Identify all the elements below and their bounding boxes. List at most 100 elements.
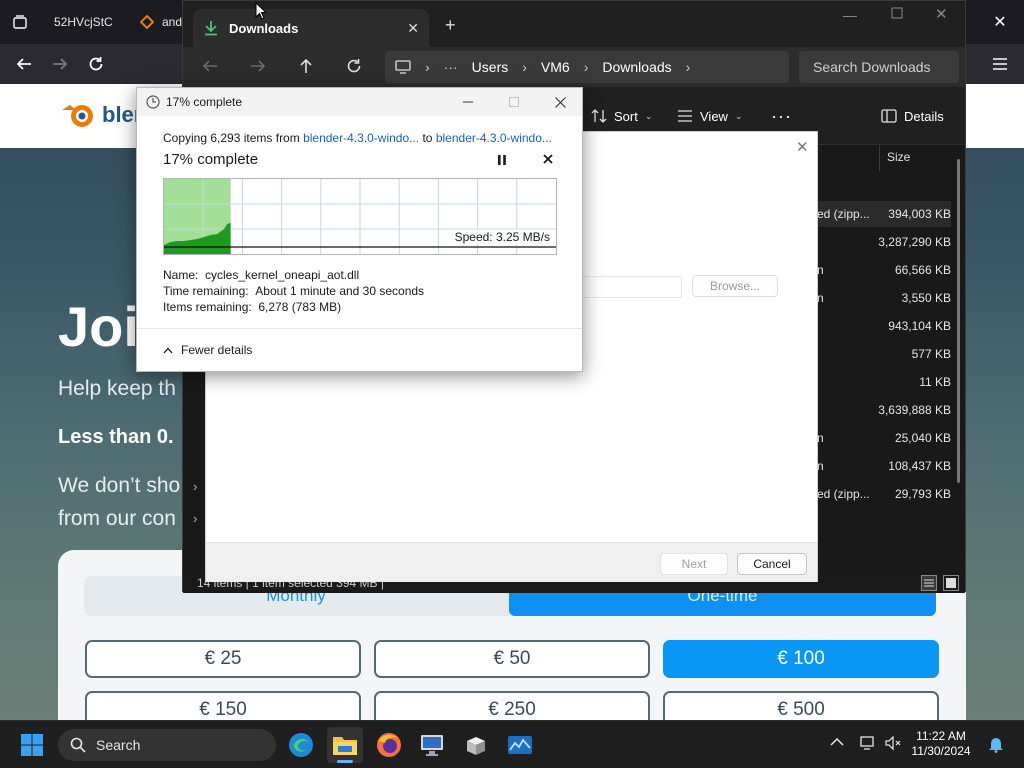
browser-tab[interactable]: 52HVcjStC bbox=[46, 6, 132, 38]
firefox-icon[interactable] bbox=[371, 727, 407, 763]
browser-tab[interactable]: andr bbox=[132, 6, 186, 38]
browser-close-icon[interactable]: ✕ bbox=[984, 6, 1016, 38]
chevron-up-icon[interactable] bbox=[830, 737, 844, 747]
back-icon[interactable] bbox=[8, 48, 40, 80]
explorer-tab[interactable]: Downloads ✕ bbox=[193, 9, 429, 47]
explorer-title-bar: Downloads ✕ + — ✕ bbox=[183, 1, 965, 47]
edge-icon[interactable] bbox=[283, 727, 319, 763]
cancel-copy-icon[interactable] bbox=[543, 154, 553, 164]
time-label: Time remaining: bbox=[163, 284, 249, 298]
maximize-icon bbox=[491, 88, 537, 116]
tiles-view-icon[interactable] bbox=[943, 575, 959, 591]
less-than-text: Less than 0. bbox=[58, 426, 174, 448]
breadcrumb-users[interactable]: Users bbox=[472, 59, 509, 75]
chevron-right-icon: › bbox=[425, 59, 430, 75]
more-options-icon[interactable]: ··· bbox=[771, 101, 792, 131]
file-explorer-taskbar-icon[interactable] bbox=[327, 727, 363, 763]
mouse-cursor-icon bbox=[255, 2, 267, 20]
start-button[interactable] bbox=[14, 727, 50, 763]
amount-button[interactable]: € 150 bbox=[85, 691, 361, 720]
amount-button[interactable]: € 50 bbox=[374, 640, 650, 678]
copying-prefix: Copying 6,293 items from bbox=[163, 131, 304, 145]
minimize-icon[interactable]: — bbox=[843, 7, 857, 23]
active-indicator bbox=[337, 760, 353, 763]
computer-icon bbox=[395, 60, 411, 74]
menu-icon[interactable] bbox=[984, 48, 1016, 80]
sort-button[interactable]: Sort ⌄ bbox=[591, 101, 652, 131]
forward-icon[interactable] bbox=[249, 57, 267, 75]
amount-button[interactable]: € 250 bbox=[374, 691, 650, 720]
search-box[interactable]: Search Downloads bbox=[799, 51, 959, 83]
cancel-button[interactable]: Cancel bbox=[737, 553, 807, 575]
forward-icon[interactable] bbox=[44, 48, 76, 80]
sort-label: Sort bbox=[614, 108, 638, 124]
new-tab-icon[interactable]: + bbox=[445, 15, 456, 36]
browse-button[interactable]: Browse... bbox=[692, 275, 778, 297]
breadcrumb-vm6[interactable]: VM6 bbox=[541, 59, 570, 75]
taskbar-search-label: Search bbox=[96, 737, 141, 753]
next-button[interactable]: Next bbox=[660, 553, 728, 575]
reload-icon[interactable] bbox=[80, 48, 112, 80]
volume-muted-icon[interactable] bbox=[884, 735, 902, 751]
back-icon[interactable] bbox=[201, 57, 219, 75]
file-size-cell: 25,040 KB bbox=[894, 431, 951, 445]
amount-button-selected[interactable]: € 100 bbox=[663, 640, 939, 678]
notification-bell-icon[interactable] bbox=[988, 735, 1004, 753]
minimize-icon[interactable] bbox=[445, 88, 491, 116]
breadcrumb-downloads[interactable]: Downloads bbox=[602, 59, 671, 75]
expand-chevron-icon[interactable]: › bbox=[193, 511, 197, 526]
vertical-scrollbar[interactable] bbox=[957, 159, 960, 483]
name-value: cycles_kernel_oneapi_aot.dll bbox=[205, 268, 360, 282]
source-link[interactable]: blender-4.3.0-windo... bbox=[303, 131, 419, 145]
task-manager-icon[interactable] bbox=[502, 727, 538, 763]
close-icon[interactable]: ✕ bbox=[935, 5, 948, 23]
taskbar: Search 11:22 AM 11/30/2024 bbox=[0, 720, 1024, 768]
network-icon[interactable] bbox=[860, 735, 878, 751]
chevron-right-icon: › bbox=[583, 59, 589, 75]
destination-link[interactable]: blender-4.3.0-windo... bbox=[436, 131, 552, 145]
more-locations-icon[interactable]: ··· bbox=[444, 59, 458, 75]
remote-desktop-icon[interactable] bbox=[414, 727, 450, 763]
expand-chevron-icon[interactable]: › bbox=[193, 479, 197, 494]
page-headline: Joi bbox=[58, 295, 139, 358]
file-size-cell: 943,104 KB bbox=[888, 319, 951, 333]
file-size-cell: 29,793 KB bbox=[894, 487, 951, 501]
column-divider bbox=[879, 145, 880, 171]
close-icon[interactable] bbox=[537, 88, 583, 116]
wizard-footer: Next Cancel bbox=[206, 542, 817, 582]
details-button[interactable]: Details bbox=[881, 101, 944, 131]
items-value: 6,278 (783 MB) bbox=[258, 300, 342, 314]
details-view-icon[interactable] bbox=[921, 575, 937, 591]
refresh-icon[interactable] bbox=[345, 57, 363, 75]
speed-label: Speed: 3.25 MB/s bbox=[454, 230, 550, 244]
view-icon bbox=[677, 109, 693, 123]
installer-icon[interactable] bbox=[458, 727, 494, 763]
clock-date: 11/30/2024 bbox=[911, 744, 971, 758]
chevron-down-icon: ⌄ bbox=[734, 110, 743, 121]
we-dont-text: We don’t sho bbox=[58, 474, 181, 497]
destination-field[interactable] bbox=[582, 276, 682, 298]
wizard-close-icon[interactable]: ✕ bbox=[796, 138, 809, 156]
amount-button[interactable]: € 25 bbox=[85, 640, 361, 678]
explorer-tab-title: Downloads bbox=[229, 20, 299, 36]
chevron-right-icon: › bbox=[685, 59, 691, 75]
blender-favicon-icon bbox=[140, 15, 154, 29]
amount-button[interactable]: € 500 bbox=[663, 691, 939, 720]
address-bar[interactable]: › ··· Users › VM6 › Downloads › bbox=[385, 51, 789, 83]
size-column-header[interactable]: Size bbox=[887, 150, 910, 164]
system-clock[interactable]: 11:22 AM 11/30/2024 bbox=[906, 729, 976, 759]
blender-logo-icon bbox=[62, 105, 93, 127]
divider bbox=[137, 328, 582, 329]
fewer-details-toggle[interactable]: Fewer details bbox=[163, 343, 252, 357]
pause-icon[interactable] bbox=[498, 155, 506, 165]
blender-logo[interactable]: blen bbox=[60, 98, 147, 132]
view-button[interactable]: View ⌄ bbox=[677, 101, 743, 131]
tab-close-icon[interactable]: ✕ bbox=[407, 20, 419, 37]
taskbar-search[interactable]: Search bbox=[58, 729, 276, 761]
up-icon[interactable] bbox=[297, 57, 315, 75]
dialog-title: 17% complete bbox=[166, 95, 243, 109]
file-size-cell: 11 KB bbox=[919, 375, 951, 389]
file-size-cell: 108,437 KB bbox=[888, 459, 951, 473]
tab-list-icon[interactable] bbox=[4, 6, 36, 38]
maximize-icon[interactable] bbox=[891, 7, 903, 19]
